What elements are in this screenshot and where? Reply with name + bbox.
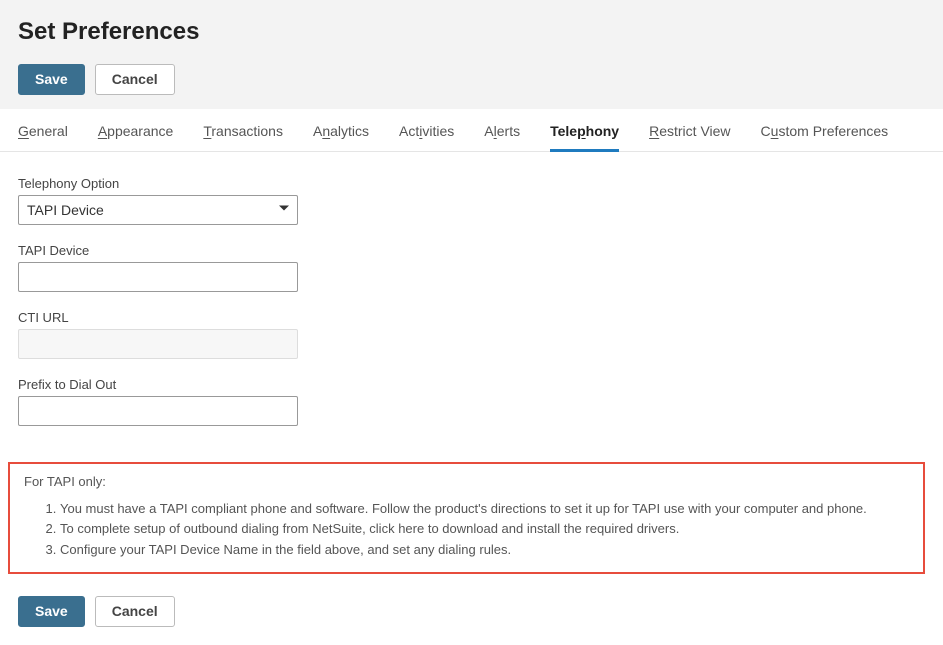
cancel-button-bottom[interactable]: Cancel xyxy=(95,596,175,627)
field-tapi-device: TAPI Device xyxy=(18,243,925,292)
label-prefix: Prefix to Dial Out xyxy=(18,377,925,392)
tab-transactions[interactable]: Transactions xyxy=(203,109,283,151)
save-button[interactable]: Save xyxy=(18,64,85,95)
footer-button-row: Save Cancel xyxy=(0,596,943,645)
tab-activities[interactable]: Activities xyxy=(399,109,454,151)
tapi-device-input[interactable] xyxy=(18,262,298,292)
tab-analytics[interactable]: Analytics xyxy=(313,109,369,151)
page-header: Set Preferences Save Cancel xyxy=(0,0,943,109)
tapi-info-box: For TAPI only: You must have a TAPI comp… xyxy=(8,462,925,575)
info-item: You must have a TAPI compliant phone and… xyxy=(60,499,909,519)
page-title: Set Preferences xyxy=(18,18,925,46)
label-tapi-device: TAPI Device xyxy=(18,243,925,258)
info-heading: For TAPI only: xyxy=(24,474,909,489)
info-item: To complete setup of outbound dialing fr… xyxy=(60,519,909,539)
field-cti-url: CTI URL xyxy=(18,310,925,359)
select-wrap-telephony-option xyxy=(18,195,298,225)
cti-url-input xyxy=(18,329,298,359)
info-item: Configure your TAPI Device Name in the f… xyxy=(60,540,909,560)
field-telephony-option: Telephony Option xyxy=(18,176,925,225)
field-prefix: Prefix to Dial Out xyxy=(18,377,925,426)
tab-restrict-view[interactable]: Restrict View xyxy=(649,109,730,151)
cancel-button[interactable]: Cancel xyxy=(95,64,175,95)
tab-appearance[interactable]: Appearance xyxy=(98,109,174,151)
telephony-option-select[interactable] xyxy=(18,195,298,225)
download-drivers-link[interactable]: here xyxy=(398,521,424,536)
label-cti-url: CTI URL xyxy=(18,310,925,325)
tab-telephony[interactable]: Telephony xyxy=(550,109,619,151)
tab-general[interactable]: General xyxy=(18,109,68,151)
tab-custom-preferences[interactable]: Custom Preferences xyxy=(761,109,889,151)
save-button-bottom[interactable]: Save xyxy=(18,596,85,627)
tabs-bar: General Appearance Transactions Analytics Ac… xyxy=(0,109,943,152)
form-area: Telephony Option TAPI Device CTI URL Pre… xyxy=(0,152,943,454)
info-list: You must have a TAPI compliant phone and… xyxy=(24,499,909,560)
header-button-row: Save Cancel xyxy=(18,64,925,95)
prefix-input[interactable] xyxy=(18,396,298,426)
label-telephony-option: Telephony Option xyxy=(18,176,925,191)
tab-alerts[interactable]: Alerts xyxy=(484,109,520,151)
